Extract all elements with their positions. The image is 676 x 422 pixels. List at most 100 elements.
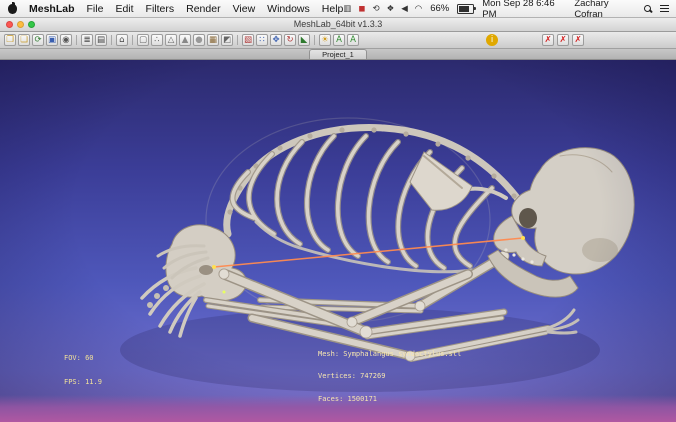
- battery-icon[interactable]: [457, 3, 477, 14]
- reload-mesh-icon-glyph: ⟳: [34, 34, 42, 45]
- layer-info-icon-glyph: i: [490, 34, 494, 45]
- menu-right: ▥ ◼ ⟲ ❖ ◀ ◠ 66% Mon Sep 28 6:46 PM Zachary Co…: [343, 0, 670, 20]
- minimize-window-button[interactable]: [17, 20, 24, 28]
- menu-windows[interactable]: Windows: [267, 3, 310, 15]
- measure-endpoint-start[interactable]: [212, 265, 216, 269]
- pelvis[interactable]: [165, 224, 247, 302]
- toolbar: ❐ ❏ ⟳ ▣ ◉ ≣ ▤ ⌂ ▢ ∴ △ ▲ ● ▦ ◩ ▧ ∷ ✥ ↻ ◣ ☀ A A i ✗ ✗ ✗: [0, 32, 676, 49]
- select-vertices-icon[interactable]: ∷: [256, 34, 268, 46]
- time-machine-icon[interactable]: ⟲: [372, 4, 379, 13]
- flat-shading-icon-glyph: ▲: [181, 34, 189, 45]
- measure-endpoint-end[interactable]: [521, 236, 525, 240]
- layers-dialog-icon-glyph: ≣: [83, 34, 91, 45]
- points-mode-icon-glyph: ∴: [154, 34, 160, 45]
- open-mesh-icon[interactable]: ❏: [18, 34, 30, 46]
- scale-tool-icon[interactable]: ◣: [298, 34, 310, 46]
- close-window-button[interactable]: [6, 20, 13, 28]
- texture-mode-icon-glyph: ▦: [208, 34, 218, 45]
- notification-center-icon[interactable]: [659, 4, 670, 13]
- status-icons: ▥ ◼ ⟲ ❖ ◀ ◠: [343, 4, 422, 13]
- layer-info-icon[interactable]: i: [486, 34, 498, 46]
- toolbar-separator: [132, 35, 133, 45]
- toolbar-deletes: ✗ ✗ ✗: [542, 34, 584, 46]
- smooth-shading-icon[interactable]: ●: [193, 34, 205, 46]
- layers-dialog-icon[interactable]: ≣: [81, 34, 93, 46]
- texture-parametrization-icon[interactable]: A: [347, 34, 359, 46]
- backface-cull-icon[interactable]: ◩: [221, 34, 233, 46]
- gl-viewport[interactable]: FOV: 60 FPS: 11.9 Mesh: Symphalangus syn…: [0, 60, 676, 422]
- open-project-icon-glyph: ❐: [6, 34, 14, 45]
- menu-file[interactable]: File: [87, 3, 104, 15]
- delete-all-icon[interactable]: ✗: [572, 34, 584, 46]
- display-icon[interactable]: ▥: [343, 4, 351, 13]
- bluetooth-icon[interactable]: ❖: [387, 4, 395, 13]
- menu-clock[interactable]: Mon Sep 28 6:46 PM: [482, 0, 566, 20]
- home-view-icon-glyph: ⌂: [119, 34, 125, 45]
- wireframe-mode-icon[interactable]: △: [165, 34, 177, 46]
- occipital-shade: [582, 238, 618, 262]
- toolbar-main: ❐ ❏ ⟳ ▣ ◉ ≣ ▤ ⌂ ▢ ∴ △ ▲ ● ▦ ◩ ▧ ∷ ✥ ↻ ◣ ☀ A A: [4, 34, 359, 46]
- save-mesh-icon-glyph: ▣: [47, 34, 57, 45]
- delete-raster-icon[interactable]: ✗: [557, 34, 569, 46]
- meshlab-window: MeshLab_64bit v1.3.3 ❐ ❏ ⟳ ▣ ◉ ≣ ▤ ⌂ ▢ ∴ △ ▲ ● ▦ ◩ ▧ ∷ ✥ ↻…: [0, 17, 676, 422]
- open-project-icon[interactable]: ❐: [4, 34, 16, 46]
- raster-layers-icon[interactable]: ▤: [95, 34, 107, 46]
- rotate-tool-icon[interactable]: ↻: [284, 34, 296, 46]
- scale-tool-icon-glyph: ◣: [300, 34, 308, 45]
- wireframe-mode-icon-glyph: △: [167, 34, 175, 45]
- lighting-toggle-icon-glyph: ☀: [321, 34, 329, 45]
- mesh-info-vertices: Vertices: 747269: [318, 372, 386, 380]
- texture-parametrization-icon-glyph: A: [350, 34, 356, 45]
- delete-mesh-icon[interactable]: ✗: [542, 34, 554, 46]
- rotate-tool-icon-glyph: ↻: [286, 34, 294, 45]
- texture-mode-icon[interactable]: ▦: [207, 34, 219, 46]
- battery-percent-label: 66%: [430, 3, 450, 14]
- project-tab-bar: Project_1: [0, 49, 676, 60]
- volume-icon[interactable]: ◀: [401, 4, 408, 13]
- spotlight-search-icon[interactable]: [643, 4, 652, 13]
- lighting-toggle-icon[interactable]: ☀: [319, 34, 331, 46]
- home-view-icon[interactable]: ⌂: [116, 34, 128, 46]
- reload-mesh-icon[interactable]: ⟳: [32, 34, 44, 46]
- picked-point: [222, 290, 226, 294]
- menu-meshlab[interactable]: MeshLab: [29, 3, 75, 15]
- toolbar-separator: [237, 35, 238, 45]
- select-faces-icon-glyph: ▧: [243, 34, 253, 45]
- window-title: MeshLab_64bit v1.3.3: [293, 19, 383, 29]
- skull[interactable]: [487, 147, 635, 298]
- bounding-box-icon-glyph: ▢: [138, 34, 148, 45]
- flat-shading-icon[interactable]: ▲: [179, 34, 191, 46]
- menu-render[interactable]: Render: [186, 3, 220, 15]
- save-snapshot-icon-glyph: ◉: [62, 34, 70, 45]
- raster-layers-icon-glyph: ▤: [96, 34, 106, 45]
- toolbar-separator: [314, 35, 315, 45]
- apple-menu-icon[interactable]: [8, 1, 17, 14]
- zoom-window-button[interactable]: [28, 20, 35, 28]
- wifi-icon[interactable]: ◠: [415, 4, 422, 13]
- translate-tool-icon[interactable]: ✥: [270, 34, 282, 46]
- mesh-info-faces: Faces: 1500171: [318, 394, 378, 403]
- menu-edit[interactable]: Edit: [115, 3, 133, 15]
- eye-orbit: [519, 208, 537, 228]
- save-mesh-icon[interactable]: ▣: [46, 34, 58, 46]
- delete-mesh-icon-glyph: ✗: [544, 34, 552, 45]
- save-snapshot-icon[interactable]: ◉: [60, 34, 72, 46]
- quality-mapper-icon-glyph: A: [336, 34, 342, 45]
- menu-help[interactable]: Help: [322, 3, 344, 15]
- mesh-info: Mesh: Symphalangus syndactylus.stl Verti…: [318, 336, 461, 419]
- menu-left: MeshLab File Edit Filters Render View Windows…: [8, 1, 344, 15]
- select-faces-icon[interactable]: ▧: [242, 34, 254, 46]
- menu-user-name[interactable]: Zachary Cofran: [574, 0, 636, 20]
- hud-fov: FOV: 60: [64, 354, 94, 362]
- delete-raster-icon-glyph: ✗: [559, 34, 567, 45]
- bounding-box-icon[interactable]: ▢: [137, 34, 149, 46]
- keyboard-layout-icon[interactable]: ◼: [358, 4, 365, 13]
- battery-fill: [459, 5, 470, 12]
- quality-mapper-icon[interactable]: A: [333, 34, 345, 46]
- project-tab[interactable]: Project_1: [309, 49, 367, 59]
- delete-all-icon-glyph: ✗: [574, 34, 582, 45]
- menu-view[interactable]: View: [233, 3, 256, 15]
- points-mode-icon[interactable]: ∴: [151, 34, 163, 46]
- translate-tool-icon-glyph: ✥: [272, 34, 280, 45]
- menu-filters[interactable]: Filters: [146, 3, 175, 15]
